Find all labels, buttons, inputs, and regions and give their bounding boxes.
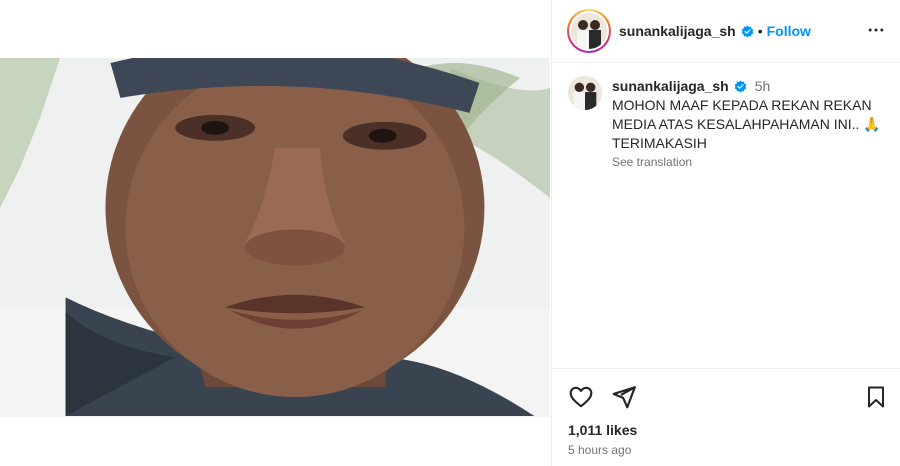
post-header: sunankalijaga_sh • Follow	[552, 0, 900, 63]
caption-timestamp[interactable]: 5h	[755, 78, 771, 94]
avatar[interactable]	[571, 13, 607, 49]
caption-text: MOHON MAAF KEPADA REKAN REKAN MEDIA ATAS…	[612, 97, 881, 151]
follow-button[interactable]: Follow	[767, 23, 811, 39]
see-translation-link[interactable]: See translation	[612, 155, 887, 169]
send-icon[interactable]	[611, 384, 637, 410]
post-caption: sunankalijaga_sh 5h MOHON MAAF KEPADA RE…	[568, 76, 888, 169]
caption-username[interactable]: sunankalijaga_sh	[612, 78, 729, 94]
username-link[interactable]: sunankalijaga_sh	[619, 23, 736, 39]
post-media-area	[0, 0, 550, 466]
separator-dot: •	[757, 23, 763, 39]
more-options-icon[interactable]	[866, 20, 886, 45]
verified-badge-icon	[734, 80, 747, 93]
post-side-panel: sunankalijaga_sh • Follow sunankalijaga_…	[551, 0, 900, 466]
person-figure	[65, 58, 535, 417]
bookmark-icon[interactable]	[864, 384, 888, 410]
post-time-ago[interactable]: 5 hours ago	[568, 443, 631, 457]
verified-badge-icon	[741, 25, 754, 38]
heart-icon[interactable]	[568, 384, 594, 410]
post-actions: 1,011 likes 5 hours ago	[552, 368, 900, 466]
caption-avatar[interactable]	[568, 76, 602, 110]
story-ring[interactable]	[567, 9, 611, 53]
pray-emoji: 🙏	[863, 116, 881, 132]
post-video[interactable]	[0, 58, 550, 417]
likes-count[interactable]: 1,011 likes	[568, 422, 637, 438]
